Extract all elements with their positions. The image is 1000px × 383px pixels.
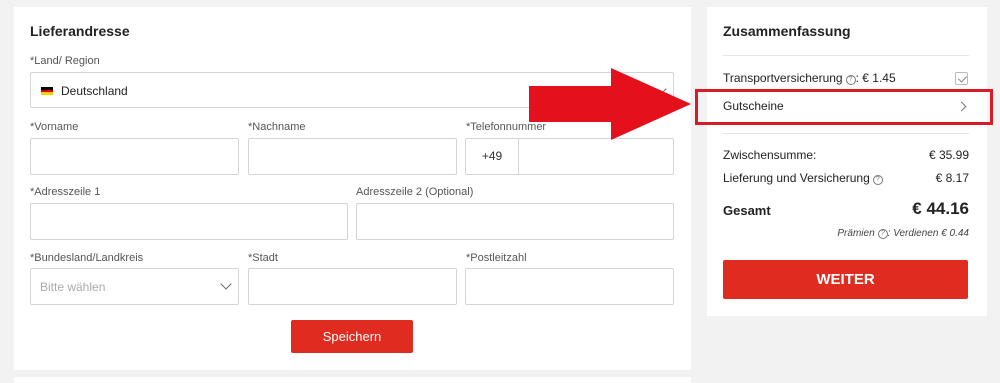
order-summary-card: Zusammenfassung Transportversicherung?: … xyxy=(707,7,987,316)
subtotal-label: Zwischensumme: xyxy=(723,148,817,162)
address1-label: *Adresszeile 1 xyxy=(30,186,101,198)
country-label: *Land/ Region xyxy=(30,55,100,67)
address-title: Lieferandresse xyxy=(30,23,130,39)
address2-field[interactable] xyxy=(356,203,674,240)
rewards-label: Prämien xyxy=(837,228,875,239)
zip-label: *Postleitzahl xyxy=(466,252,527,264)
zip-field[interactable] xyxy=(465,268,674,305)
shipping-label: Lieferung und Versicherung xyxy=(723,171,870,185)
divider xyxy=(723,133,969,134)
firstname-field[interactable] xyxy=(30,138,239,175)
insurance-checkbox[interactable] xyxy=(955,72,968,85)
next-card-edge xyxy=(14,377,691,383)
help-icon[interactable]: ? xyxy=(845,75,856,85)
firstname-label: *Vorname xyxy=(30,121,79,133)
insurance-label: Transportversicherung xyxy=(723,71,843,85)
chevron-down-icon xyxy=(220,278,232,290)
subtotal-value: € 35.99 xyxy=(928,148,969,162)
shipping-row: Lieferung und Versicherung? xyxy=(723,171,883,185)
insurance-value: : € 1.45 xyxy=(855,71,896,85)
total-label: Gesamt xyxy=(723,203,771,218)
help-icon[interactable]: ? xyxy=(877,229,888,239)
phone-prefix[interactable]: +49 xyxy=(466,139,519,174)
rewards-row: Prämien?: Verdienen € 0.44 xyxy=(837,228,969,239)
rewards-value: : Verdienen € 0.44 xyxy=(887,228,969,239)
save-button[interactable]: Speichern xyxy=(291,320,413,353)
insurance-row: Transportversicherung?: € 1.45 xyxy=(723,71,896,85)
city-field[interactable] xyxy=(248,268,457,305)
lastname-label: *Nachname xyxy=(248,121,306,133)
annotation-arrow xyxy=(529,68,691,140)
help-icon[interactable]: ? xyxy=(872,175,883,185)
shipping-value: € 8.17 xyxy=(935,171,969,185)
country-value: Deutschland xyxy=(61,84,128,98)
address1-field[interactable] xyxy=(30,203,348,240)
state-placeholder: Bitte wählen xyxy=(40,280,106,294)
address2-label: Adresszeile 2 (Optional) xyxy=(356,186,474,198)
lastname-field[interactable] xyxy=(248,138,457,175)
phone-field[interactable]: +49 xyxy=(465,138,674,175)
total-value: € 44.16 xyxy=(912,199,969,218)
city-label: *Stadt xyxy=(248,252,278,264)
shipping-address-card: Lieferandresse *Land/ Region Deutschland… xyxy=(14,7,691,370)
divider xyxy=(723,55,969,56)
summary-title: Zusammenfassung xyxy=(723,23,851,39)
germany-flag-icon xyxy=(41,87,53,95)
state-label: *Bundesland/Landkreis xyxy=(30,252,144,264)
continue-button[interactable]: WEITER xyxy=(723,260,968,299)
annotation-highlight-box xyxy=(695,89,993,125)
state-select[interactable]: Bitte wählen xyxy=(30,268,239,305)
